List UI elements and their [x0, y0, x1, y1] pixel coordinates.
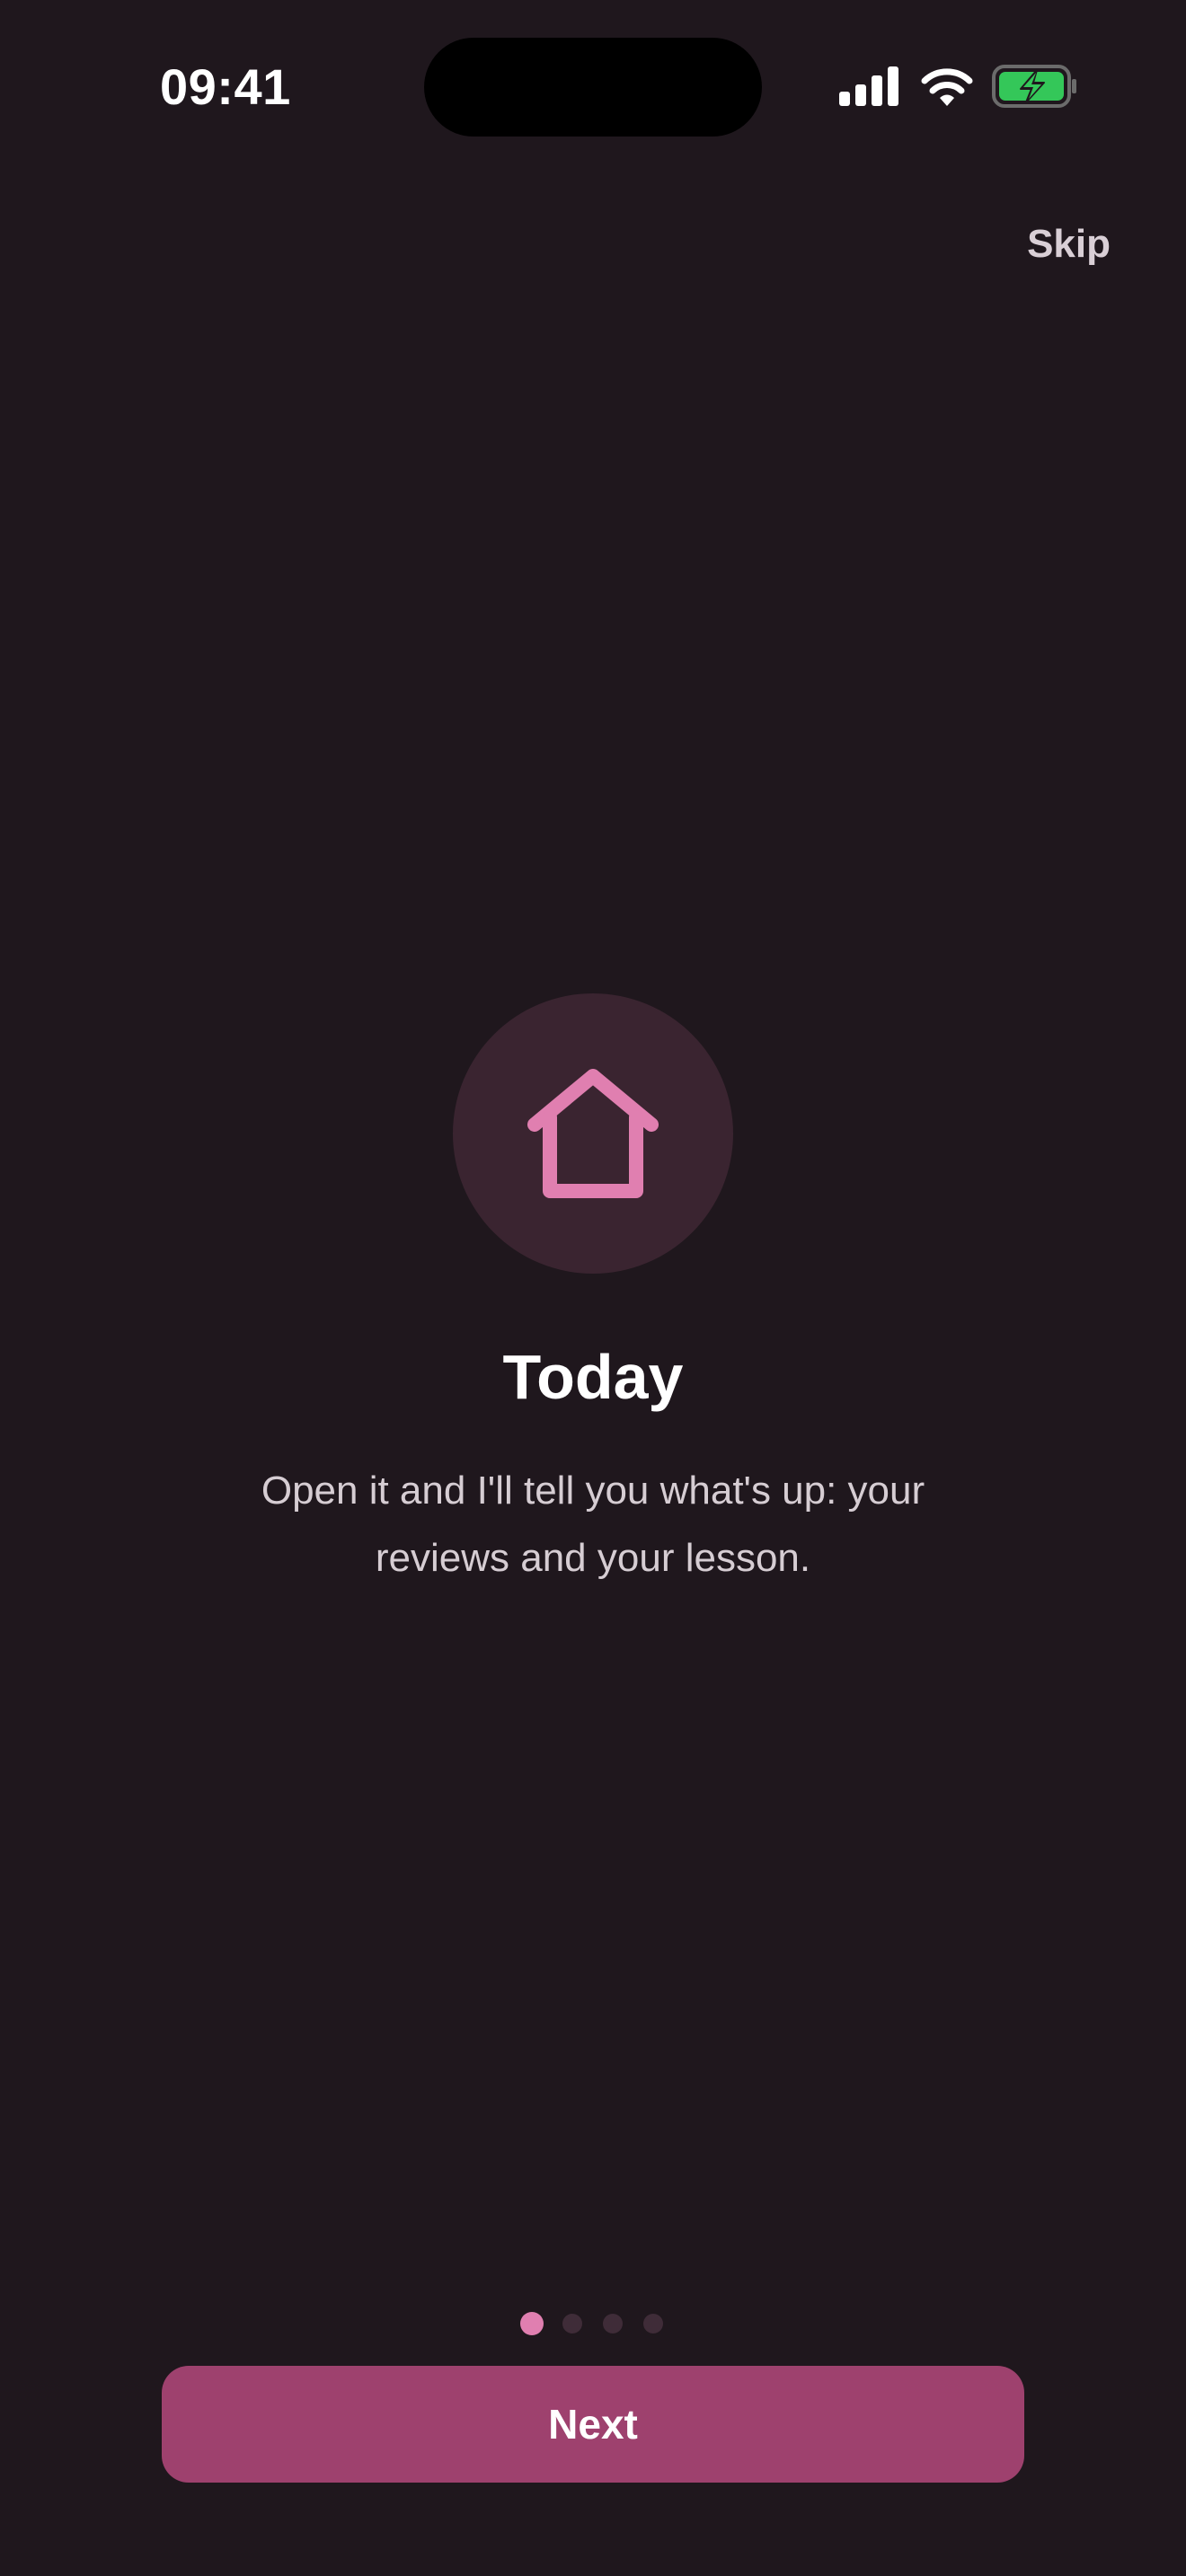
page-dot-3	[603, 2314, 623, 2333]
page-dot-4	[643, 2314, 663, 2333]
page-description: Open it and I'll tell you what's up: you…	[261, 1469, 925, 1580]
status-time: 09:41	[160, 58, 291, 115]
hero-icon-circle	[453, 993, 733, 1274]
next-button[interactable]: Next	[162, 2366, 1024, 2483]
page-title: Today	[502, 1342, 684, 1412]
page-indicator	[0, 2312, 1186, 2335]
house-icon	[527, 1069, 659, 1198]
status-icons	[839, 59, 1082, 113]
page-dot-1	[520, 2312, 544, 2335]
onboarding-screen: 09:41 Skip Today Open it and I'll tell y…	[0, 0, 1186, 2576]
wifi-icon	[921, 68, 973, 106]
skip-button[interactable]: Skip	[1027, 216, 1111, 273]
page-dot-2	[562, 2314, 582, 2333]
cellular-signal-icon	[839, 66, 898, 106]
dynamic-island	[424, 38, 762, 137]
battery-charging-icon	[992, 65, 1076, 108]
